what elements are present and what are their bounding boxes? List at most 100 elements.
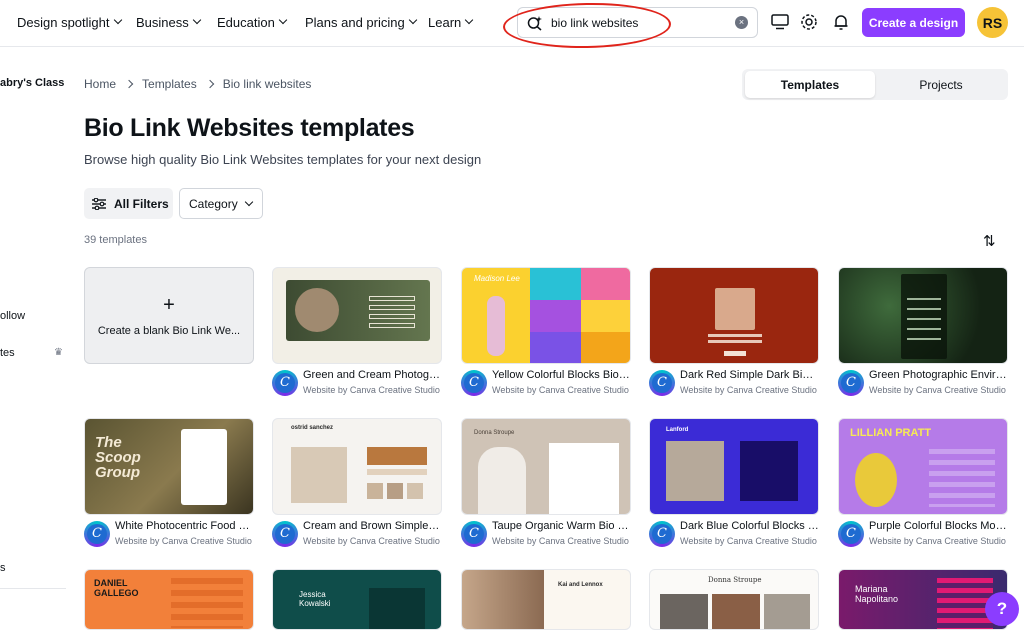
breadcrumb: Home Templates Bio link websites xyxy=(84,77,311,91)
sidebar-divider xyxy=(0,588,66,589)
tab-projects[interactable]: Projects xyxy=(876,71,1006,98)
nav-education[interactable]: Education xyxy=(217,0,288,44)
template-card[interactable]: C Dark Red Simple Dark Bio Link Website … xyxy=(649,267,819,402)
chevron-down-icon xyxy=(278,15,288,25)
templates-projects-toggle: Templates Projects xyxy=(742,69,1008,100)
template-card[interactable]: Donna Stroupe C Taupe Organic Warm Bio L… xyxy=(461,418,631,553)
template-thumbnail: Lanford xyxy=(649,418,819,515)
all-filters-label: All Filters xyxy=(114,196,169,211)
nav-business[interactable]: Business xyxy=(136,0,201,44)
template-author: Website by Canva Creative Studio xyxy=(492,536,629,546)
sidebar-templates-item[interactable]: tes xyxy=(0,347,15,359)
chevron-down-icon xyxy=(113,15,122,25)
desktop-app-icon[interactable] xyxy=(768,10,792,34)
canva-logo-icon: C xyxy=(84,521,110,547)
template-thumbnail xyxy=(272,267,442,364)
template-count: 39 templates xyxy=(84,234,147,246)
tab-templates[interactable]: Templates xyxy=(745,71,875,98)
clear-search-icon[interactable]: × xyxy=(735,16,748,29)
template-author: Website by Canva Creative Studio xyxy=(303,385,440,395)
template-card[interactable]: DANIEL GALLEGO xyxy=(84,569,254,630)
nav-label: Education xyxy=(217,14,275,30)
template-thumbnail xyxy=(838,267,1008,364)
template-card[interactable]: Jessica Kowalski xyxy=(272,569,442,630)
template-card[interactable]: C Green and Cream Photographic Website b… xyxy=(272,267,442,402)
thumb-text: The Scoop Group xyxy=(95,434,141,481)
notifications-bell-icon[interactable] xyxy=(829,10,853,34)
template-card[interactable]: Madison Lee C Yellow Colorful Blocks Bio… xyxy=(461,267,631,402)
canva-logo-icon: C xyxy=(461,370,487,396)
template-thumbnail: Kai and Lennox xyxy=(461,569,631,630)
template-author: Website by Canva Creative Studio xyxy=(680,385,817,395)
template-thumbnail: DANIEL GALLEGO xyxy=(84,569,254,630)
breadcrumb-home[interactable]: Home xyxy=(84,77,116,91)
sidebar-follow-item[interactable]: ollow xyxy=(0,310,25,322)
template-thumbnail: ostrid sanchez xyxy=(272,418,442,515)
nav-design-spotlight[interactable]: Design spotlight xyxy=(17,0,122,44)
crown-icon: ♛ xyxy=(54,347,63,358)
thumb-text: Jessica Kowalski xyxy=(299,590,331,608)
canva-logo-icon: C xyxy=(649,370,675,396)
all-filters-button[interactable]: All Filters xyxy=(84,188,173,219)
template-author: Website by Canva Creative Studio xyxy=(303,536,440,546)
template-author: Website by Canva Creative Studio xyxy=(115,536,252,546)
breadcrumb-templates[interactable]: Templates xyxy=(142,77,197,91)
template-card[interactable]: C Green Photographic Environment Website… xyxy=(838,267,1008,402)
thumb-text: Kai and Lennox xyxy=(558,582,603,588)
thumb-text: Madison Lee xyxy=(474,274,520,283)
canva-logo-icon: C xyxy=(272,370,298,396)
create-blank-label: Create a blank Bio Link We... xyxy=(97,324,241,337)
nav-plans-and-pricing[interactable]: Plans and pricing xyxy=(305,0,417,44)
thumb-text: Lanford xyxy=(666,427,689,433)
template-card[interactable]: Lanford C Dark Blue Colorful Blocks Webs… xyxy=(649,418,819,553)
template-thumbnail: Mariana Napolitano xyxy=(838,569,1008,630)
canva-logo-icon: C xyxy=(272,521,298,547)
sidebar-class-label[interactable]: abry's Class xyxy=(0,77,64,89)
template-thumbnail: Donna Stroupe xyxy=(461,418,631,515)
template-card[interactable]: ostrid sanchez C Cream and Brown Simple … xyxy=(272,418,442,553)
template-title: Green Photographic Environment xyxy=(869,369,1008,381)
page-title: Bio Link Websites templates xyxy=(84,114,415,142)
nav-learn[interactable]: Learn xyxy=(428,0,474,44)
page-subtitle: Browse high quality Bio Link Websites te… xyxy=(84,152,482,167)
template-author: Website by Canva Creative Studio xyxy=(869,536,1006,546)
template-thumbnail: Jessica Kowalski xyxy=(272,569,442,630)
template-author: Website by Canva Creative Studio xyxy=(869,385,1006,395)
settings-gear-icon[interactable] xyxy=(797,10,821,34)
template-card[interactable]: LILLIAN PRATT C Purple Colorful Blocks M… xyxy=(838,418,1008,553)
template-card[interactable]: Donna Stroupe xyxy=(649,569,819,630)
thumb-text: Donna Stroupe xyxy=(708,576,762,584)
sidebar-bottom-item[interactable]: s xyxy=(0,562,6,574)
filter-sliders-icon xyxy=(92,197,106,210)
template-title: Purple Colorful Blocks Modern xyxy=(869,520,1008,532)
template-card[interactable]: Kai and Lennox xyxy=(461,569,631,630)
template-card[interactable]: Mariana Napolitano xyxy=(838,569,1008,630)
template-title: Dark Blue Colorful Blocks Website xyxy=(680,520,819,532)
thumb-text: DANIEL GALLEGO xyxy=(94,578,139,598)
chevron-down-icon xyxy=(465,15,474,25)
chevron-right-icon xyxy=(205,79,214,89)
help-button[interactable]: ? xyxy=(985,592,1019,626)
template-title: Yellow Colorful Blocks Bio Link xyxy=(492,369,631,381)
template-title: Cream and Brown Simple Website xyxy=(303,520,442,532)
avatar[interactable]: RS xyxy=(977,7,1008,38)
canva-logo-icon: C xyxy=(838,370,864,396)
template-title: Green and Cream Photographic xyxy=(303,369,442,381)
nav-label: Learn xyxy=(428,14,462,30)
template-card[interactable]: The Scoop Group C White Photocentric Foo… xyxy=(84,418,254,553)
chevron-right-icon xyxy=(124,79,134,89)
thumb-text: Mariana Napolitano xyxy=(855,584,899,604)
breadcrumb-current: Bio link websites xyxy=(222,77,312,91)
category-dropdown[interactable]: Category xyxy=(179,188,263,219)
template-author: Website by Canva Creative Studio xyxy=(680,536,817,546)
template-thumbnail: Madison Lee xyxy=(461,267,631,364)
template-title: Dark Red Simple Dark Bio Link xyxy=(680,369,819,381)
create-design-button[interactable]: Create a design xyxy=(862,8,965,37)
create-blank-card[interactable]: + Create a blank Bio Link We... xyxy=(84,267,254,364)
plus-icon: + xyxy=(163,293,175,316)
nav-label: Business xyxy=(136,14,189,30)
template-author: Website by Canva Creative Studio xyxy=(492,385,629,395)
template-thumbnail: LILLIAN PRATT xyxy=(838,418,1008,515)
sort-icon[interactable]: ⇅ xyxy=(983,232,996,250)
canva-logo-icon: C xyxy=(838,521,864,547)
